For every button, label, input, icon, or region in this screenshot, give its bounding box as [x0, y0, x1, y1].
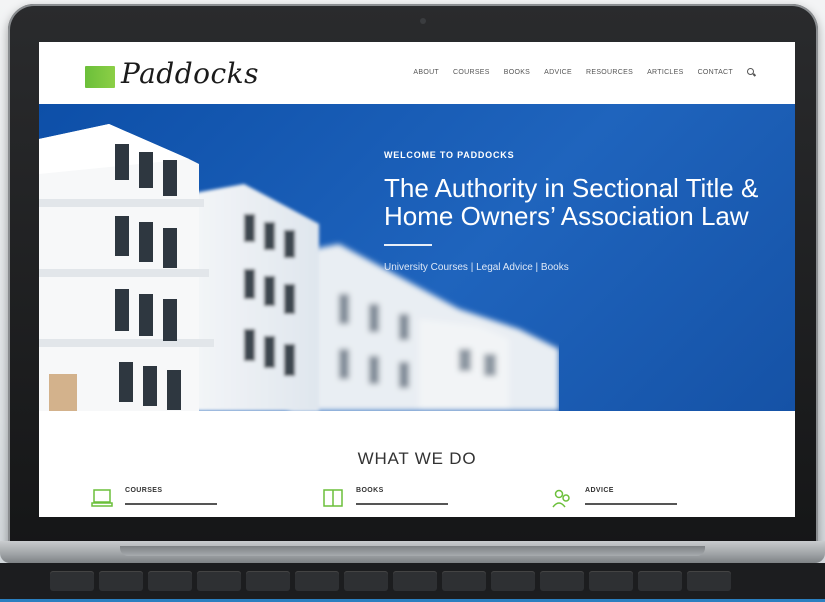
book-icon: [323, 489, 343, 507]
laptop-icon: [91, 489, 113, 507]
service-label: BOOKS: [356, 487, 384, 494]
service-label: COURSES: [125, 487, 163, 494]
key-row: [50, 571, 731, 591]
service-label: ADVICE: [585, 487, 614, 494]
key: [442, 571, 486, 591]
nav-item-articles[interactable]: ARTICLES: [647, 69, 684, 76]
hero-title-line-2: Home Owners’ Association Law: [384, 201, 749, 231]
hero-kicker: WELCOME TO PADDOCKS: [384, 150, 515, 160]
site-header: Paddocks ABOUT COURSES BOOKS ADVICE RESO…: [39, 42, 795, 104]
nav-item-advice[interactable]: ADVICE: [544, 69, 572, 76]
key: [197, 571, 241, 591]
key: [638, 571, 682, 591]
laptop-screen: Paddocks ABOUT COURSES BOOKS ADVICE RESO…: [39, 42, 795, 517]
laptop-hinge: [120, 546, 705, 556]
service-books[interactable]: BOOKS: [322, 487, 448, 509]
hero-divider: [384, 244, 432, 246]
key: [99, 571, 143, 591]
key: [148, 571, 192, 591]
site-logo[interactable]: Paddocks: [85, 52, 259, 94]
key: [589, 571, 633, 591]
nav-item-courses[interactable]: COURSES: [453, 69, 490, 76]
main-nav: ABOUT COURSES BOOKS ADVICE RESOURCES ART…: [413, 68, 755, 76]
service-advice[interactable]: ADVICE: [551, 487, 677, 509]
nav-item-resources[interactable]: RESOURCES: [586, 69, 633, 76]
service-underline: [356, 503, 448, 505]
section-title: WHAT WE DO: [357, 449, 477, 468]
nav-item-contact[interactable]: CONTACT: [698, 69, 733, 76]
key: [540, 571, 584, 591]
nav-item-about[interactable]: ABOUT: [413, 69, 439, 76]
service-underline: [125, 503, 217, 505]
search-icon[interactable]: [747, 68, 755, 76]
nav-item-books[interactable]: BOOKS: [504, 69, 530, 76]
hero-links[interactable]: University Courses | Legal Advice | Book…: [384, 262, 784, 273]
key: [295, 571, 339, 591]
key: [246, 571, 290, 591]
key: [344, 571, 388, 591]
logo-mark-icon: [85, 66, 115, 88]
people-icon: [552, 489, 570, 508]
hero-title: The Authority in Sectional Title & Home …: [384, 174, 784, 230]
hero-text: WELCOME TO PADDOCKS The Authority in Sec…: [384, 150, 784, 273]
keyboard: [0, 563, 825, 602]
key: [393, 571, 437, 591]
hero-title-line-1: The Authority in Sectional Title &: [384, 173, 759, 203]
key: [50, 571, 94, 591]
what-we-do-section: WHAT WE DO COURSES BOOKS ADVICE: [39, 411, 795, 517]
camera-icon: [420, 18, 426, 24]
service-underline: [585, 503, 677, 505]
service-courses[interactable]: COURSES: [91, 487, 217, 509]
key: [687, 571, 731, 591]
key: [491, 571, 535, 591]
logo-text: Paddocks: [121, 56, 259, 90]
hero-banner: WELCOME TO PADDOCKS The Authority in Sec…: [39, 104, 795, 411]
